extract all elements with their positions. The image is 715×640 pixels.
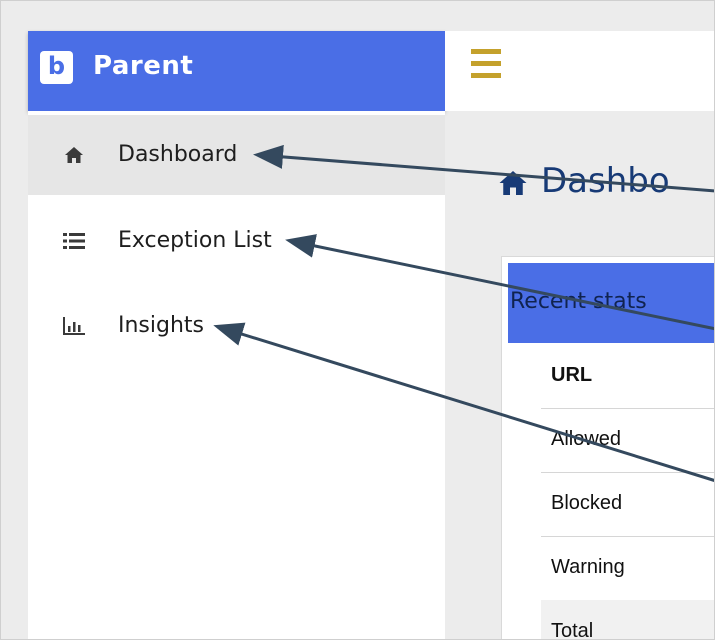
table-header-row: URL bbox=[541, 344, 714, 409]
sidebar: Dashboard Exception List Insights bbox=[28, 111, 445, 639]
column-header-url: URL bbox=[551, 364, 593, 386]
recent-stats-card: Recent stats URL Allowed Blocked Warning… bbox=[501, 256, 714, 640]
sidebar-item-label: Insights bbox=[118, 313, 205, 338]
brand-bar: b Parent bbox=[28, 31, 445, 111]
logo-letter: b bbox=[47, 52, 66, 80]
list-icon bbox=[63, 231, 85, 251]
table-row: Allowed bbox=[541, 408, 714, 473]
bar-chart-icon bbox=[63, 316, 85, 336]
row-label: Total bbox=[551, 620, 594, 640]
sidebar-item-dashboard[interactable]: Dashboard bbox=[28, 115, 445, 195]
card-header-label: Recent stats bbox=[510, 289, 647, 314]
page-title: Dashbo bbox=[541, 161, 670, 201]
app-frame: b Parent Dashboard Exception List Insigh… bbox=[0, 0, 715, 640]
hamburger-icon[interactable] bbox=[471, 49, 503, 79]
table-row: Warning bbox=[541, 536, 714, 601]
table-row: Total bbox=[541, 600, 714, 640]
top-header bbox=[445, 31, 714, 111]
row-label: Blocked bbox=[551, 492, 623, 514]
sidebar-item-label: Dashboard bbox=[118, 142, 238, 167]
home-icon bbox=[498, 169, 528, 197]
sidebar-item-label: Exception List bbox=[118, 228, 272, 253]
sidebar-item-exception-list[interactable]: Exception List bbox=[28, 201, 445, 281]
table-row: Blocked bbox=[541, 472, 714, 537]
row-label: Warning bbox=[551, 556, 625, 578]
sidebar-item-insights[interactable]: Insights bbox=[28, 286, 445, 366]
logo: b bbox=[40, 51, 73, 84]
brand-title: Parent bbox=[93, 51, 194, 81]
row-label: Allowed bbox=[551, 428, 622, 450]
card-header: Recent stats bbox=[508, 263, 714, 343]
home-icon bbox=[63, 145, 85, 165]
